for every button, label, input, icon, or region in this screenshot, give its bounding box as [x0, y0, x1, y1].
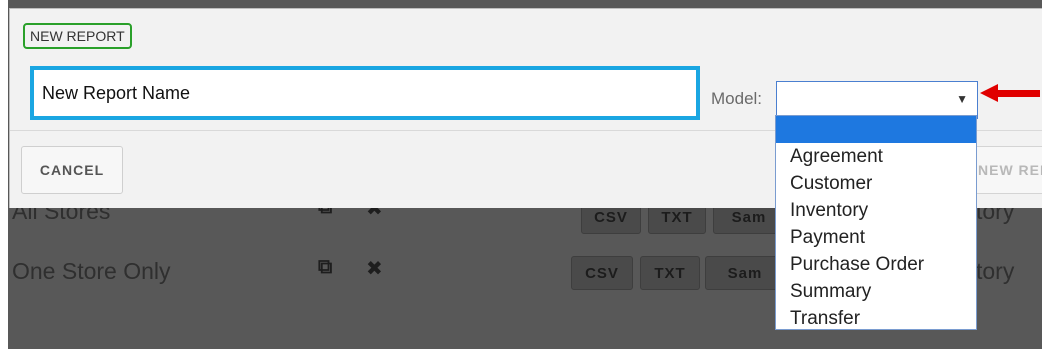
modal-title: NEW REPORT	[23, 23, 132, 49]
model-option-inventory[interactable]: Inventory	[776, 197, 976, 224]
model-option-purchase-order[interactable]: Purchase Order	[776, 251, 976, 278]
model-option-blank[interactable]	[776, 116, 976, 143]
sample-button[interactable]: Sam	[705, 256, 785, 290]
report-name-input[interactable]	[30, 66, 700, 120]
model-option-agreement[interactable]: Agreement	[776, 143, 976, 170]
model-option-summary[interactable]: Summary	[776, 278, 976, 305]
report-name: One Store Only	[12, 258, 171, 284]
model-label: Model:	[711, 89, 763, 108]
csv-button[interactable]: CSV	[571, 256, 633, 290]
cancel-button[interactable]: CANCEL	[21, 146, 123, 194]
model-option-payment[interactable]: Payment	[776, 224, 976, 251]
model-option-transfer[interactable]: Transfer	[776, 305, 976, 332]
model-option-customer[interactable]: Customer	[776, 170, 976, 197]
close-icon[interactable]: ✖	[366, 256, 383, 281]
red-arrow-icon	[980, 84, 1040, 102]
chevron-down-icon[interactable]: ▼	[956, 92, 968, 106]
copy-icon[interactable]: ⧉	[318, 256, 332, 279]
model-text: tory	[976, 258, 1015, 284]
model-select[interactable]: ▼	[776, 81, 978, 119]
txt-button[interactable]: TXT	[640, 256, 700, 290]
model-dropdown-list: Agreement Customer Inventory Payment Pur…	[775, 115, 977, 330]
